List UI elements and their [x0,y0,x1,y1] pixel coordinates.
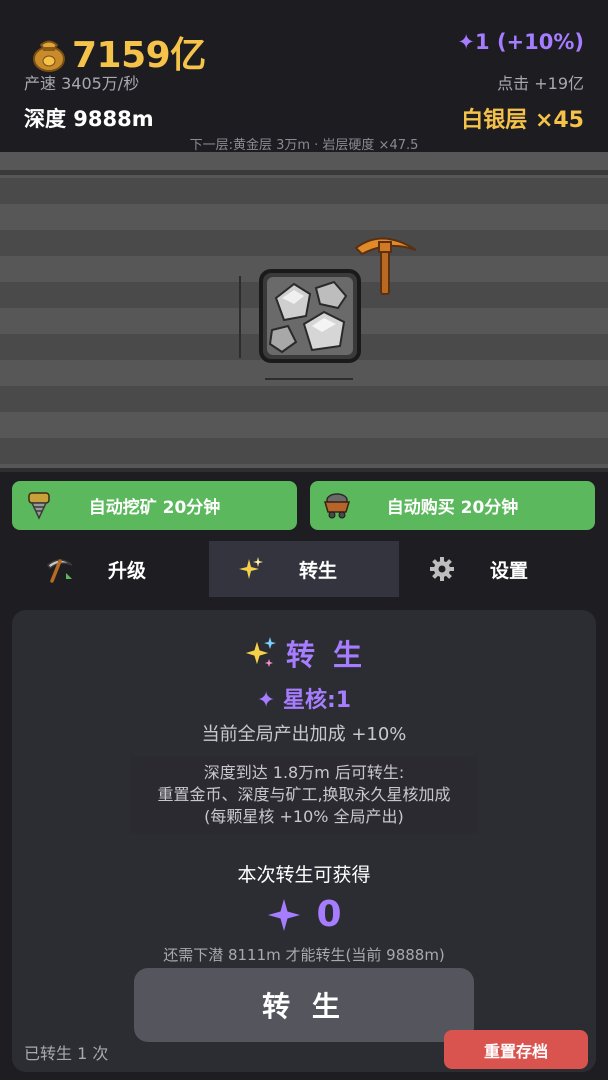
panel-title-row: 转 生 [12,632,596,674]
auto-mine-button[interactable]: 自动挖矿 20分钟 [12,481,297,530]
ore-shadow [265,378,353,380]
star-core-count: ✦ 星核:1 [256,688,352,713]
rebirth-panel: 转 生 ✦ 星核:1 当前全局产出加成 +10% 深度到达 1.8万m 后可转生… [12,610,596,1072]
gain-label: 本次转生可获得 [237,864,371,886]
tab-rebirth[interactable]: 转生 [209,541,399,597]
mine-bottom-border [0,468,608,472]
tab-bar: 升级 转生 设置 [0,541,608,597]
layer-name: 白银层 ×45 [461,108,584,133]
silver-ore-block[interactable] [258,268,362,364]
mine-area[interactable] [0,152,608,472]
auto-buy-label: 自动购买 20分钟 [386,498,519,518]
click-value: 点击 +19亿 [497,74,584,93]
drill-icon [28,492,50,520]
reset-save-button[interactable]: 重置存档 [444,1030,588,1069]
status-header: 7159亿 ✦1 (+10%) 产速 3405万/秒 点击 +19亿 深度 98… [0,0,608,153]
gear-icon [430,557,454,581]
pickaxe-icon [47,559,73,583]
tab-settings-label: 设置 [489,559,528,582]
panel-title: 转 生 [285,638,367,672]
tab-upgrade-label: 升级 [107,559,146,582]
pickaxe-icon [354,237,417,295]
tab-rebirth-label: 转生 [298,559,337,582]
mine-top-border [0,170,608,175]
rebirth-info: 深度到达 1.8万m 后可转生: 重置金币、深度与矿工,换取永久星核加成 (每颗… [130,756,478,834]
shake-line [239,276,241,358]
star-icon [268,898,301,931]
depth-readout: 深度 9888m [24,107,154,131]
info-line: 重置金币、深度与矿工,换取永久星核加成 [157,785,451,804]
production-rate: 产速 3405万/秒 [24,74,140,93]
info-line: (每颗星核 +10% 全局产出) [204,807,404,826]
gain-value: 0 [316,894,342,935]
global-bonus: 当前全局产出加成 +10% [201,724,407,745]
gain-row: 0 [12,894,596,935]
info-line: 深度到达 1.8万m 后可转生: [203,763,405,782]
sparkle-icon [239,557,263,579]
reborn-count: 已转生 1 次 [24,1044,109,1063]
gold-bag-icon [33,40,65,72]
auto-buy-button[interactable]: 自动购买 20分钟 [310,481,595,530]
auto-mine-label: 自动挖矿 20分钟 [88,498,221,518]
mine-cart-icon [323,493,351,519]
rebirth-button[interactable]: 转 生 [134,968,474,1042]
tab-upgrade[interactable]: 升级 [18,541,208,597]
sparkle-icon [242,637,276,668]
next-layer-info: 下一层:黄金层 3万m · 岩层硬度 ×47.5 [189,138,419,153]
tab-settings[interactable]: 设置 [400,541,590,597]
need-dive-text: 还需下潜 8111m 才能转生(当前 9888m) [163,946,445,964]
star-bonus: ✦1 (+10%) [457,30,584,54]
